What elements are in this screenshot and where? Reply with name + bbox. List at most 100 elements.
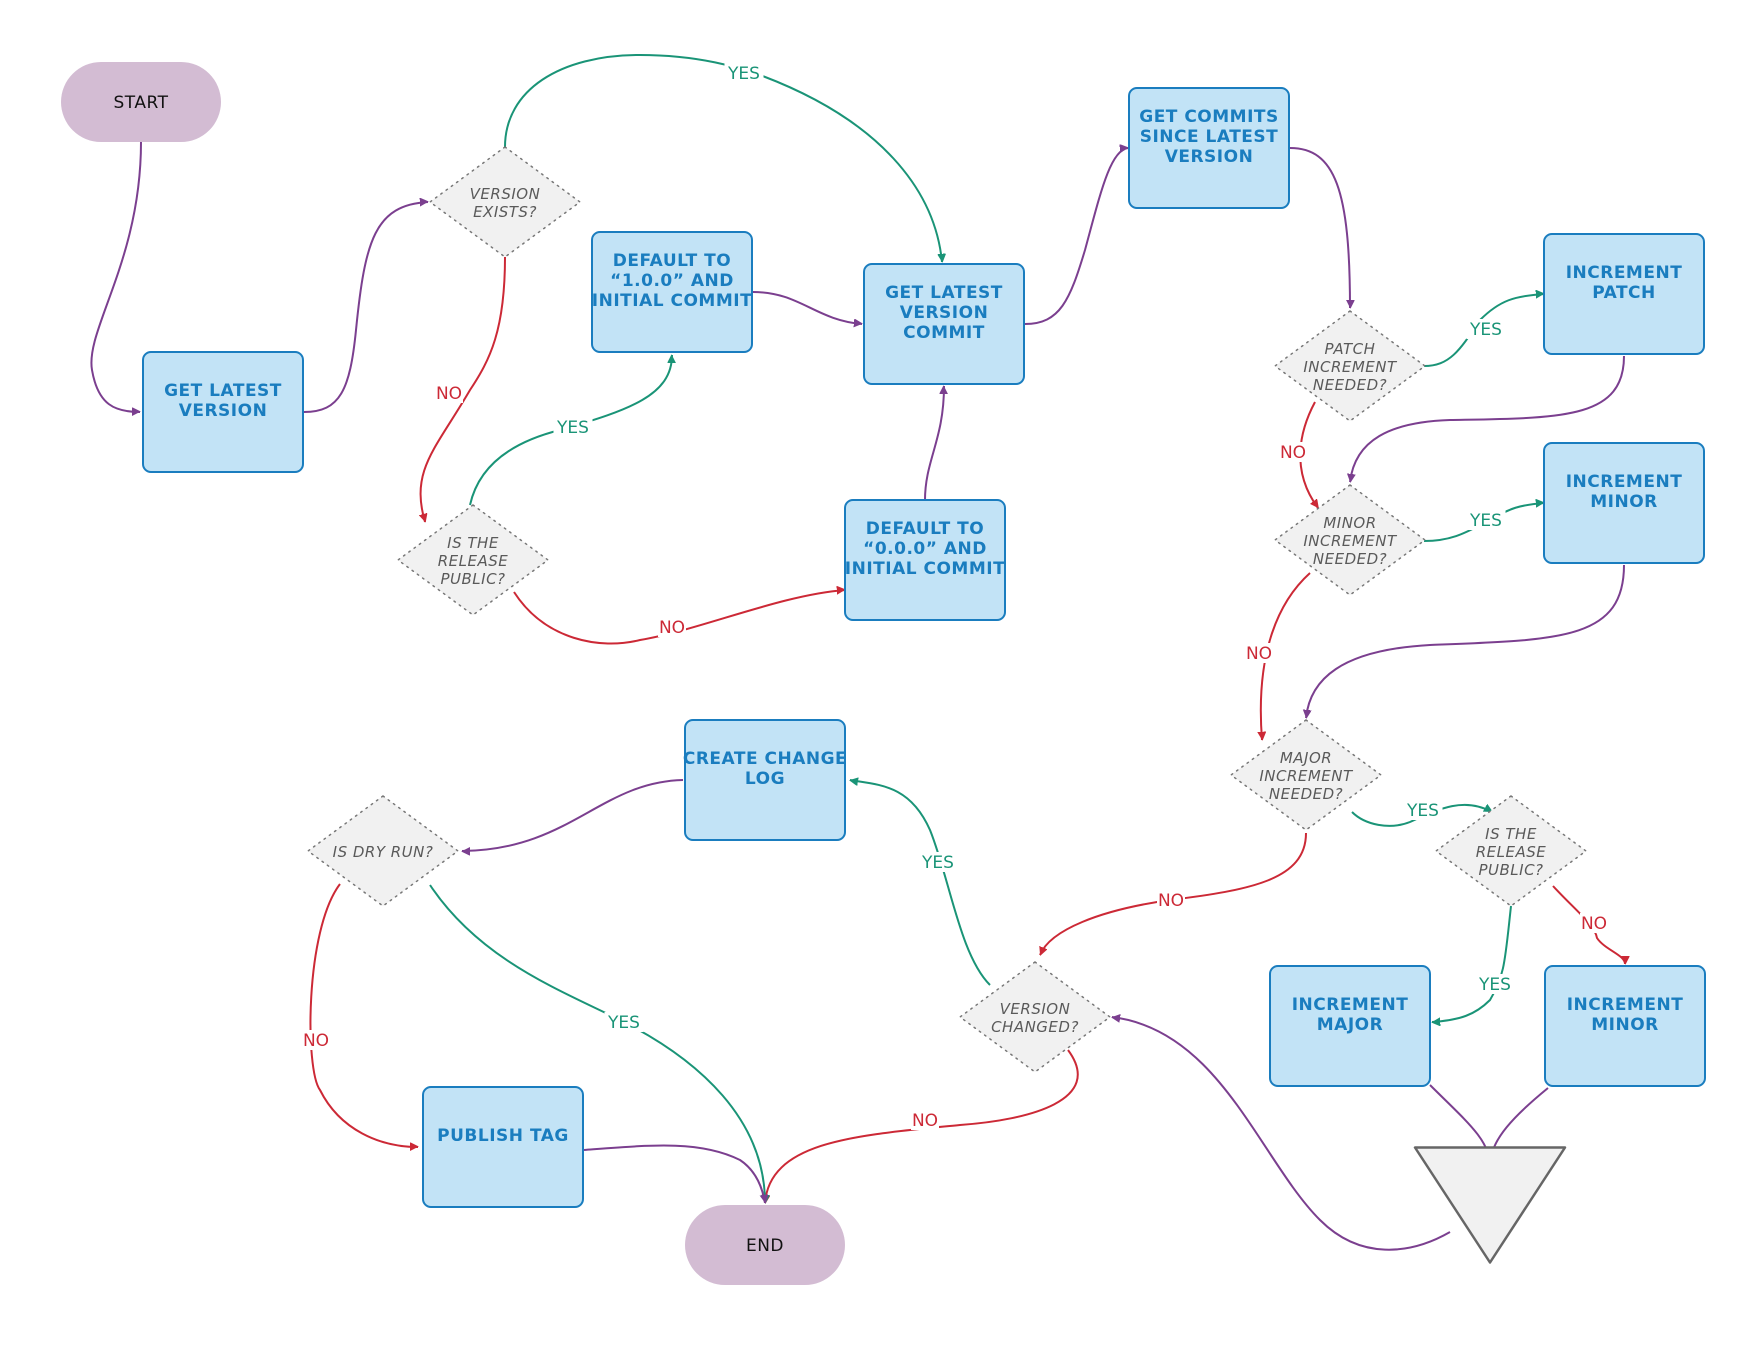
node-label: DEFAULT TO “1.0.0” AND INITIAL COMMIT bbox=[592, 251, 752, 311]
svg-text:NO: NO bbox=[1246, 644, 1272, 664]
node-label-line: INCREMENT bbox=[1566, 472, 1683, 492]
svg-text:YES: YES bbox=[921, 853, 954, 873]
node-label-line: PUBLISH TAG bbox=[437, 1126, 569, 1146]
edge-is-release-public-2-to-increment-major bbox=[1432, 905, 1512, 1022]
svg-text:YES: YES bbox=[1469, 511, 1502, 531]
svg-text:YES: YES bbox=[607, 1013, 640, 1033]
process-shape bbox=[422, 1086, 584, 1208]
svg-text:NO: NO bbox=[436, 384, 462, 404]
decision-node-patch-needed[interactable]: PATCH INCREMENT NEEDED? bbox=[1274, 310, 1426, 422]
decision-node-is-dry-run[interactable]: IS DRY RUN? bbox=[307, 795, 459, 907]
decision-node-major-needed[interactable]: MAJOR INCREMENT NEEDED? bbox=[1230, 719, 1382, 831]
svg-text:YES: YES bbox=[556, 418, 589, 438]
decision-node-minor-needed[interactable]: MINOR INCREMENT NEEDED? bbox=[1274, 484, 1426, 596]
edge-label-yes: YES bbox=[553, 417, 593, 438]
node-label-line: INCREMENT bbox=[1259, 767, 1354, 785]
merge-node-merge[interactable] bbox=[1413, 1146, 1567, 1264]
edge-default-000-to-get-latest-version-commit bbox=[924, 386, 944, 501]
node-label-line: VERSION bbox=[1165, 147, 1254, 167]
node-label-line: NEEDED? bbox=[1313, 550, 1387, 568]
svg-text:YES: YES bbox=[1478, 975, 1511, 995]
edge-get-latest-version-to-version-exists bbox=[303, 202, 428, 413]
svg-text:YES: YES bbox=[727, 64, 760, 84]
svg-text:NO: NO bbox=[912, 1111, 938, 1131]
node-label-line: MAJOR bbox=[1280, 749, 1332, 767]
node-label: VERSION CHANGED? bbox=[991, 1000, 1079, 1036]
node-label-line: CHANGED? bbox=[991, 1018, 1079, 1036]
node-label: START bbox=[114, 93, 169, 113]
node-label-line: DEFAULT TO bbox=[866, 519, 984, 539]
edge-label-yes: YES bbox=[918, 852, 958, 873]
edge-start-to-get-latest-version bbox=[90, 141, 142, 412]
process-node-default-000[interactable]: DEFAULT TO “0.0.0” AND INITIAL COMMIT bbox=[844, 499, 1006, 621]
edge-label-no: NO bbox=[1279, 442, 1307, 463]
svg-text:NO: NO bbox=[1581, 914, 1607, 934]
process-node-default-100[interactable]: DEFAULT TO “1.0.0” AND INITIAL COMMIT bbox=[591, 231, 753, 353]
process-node-increment-minor-1[interactable]: INCREMENT MINOR bbox=[1543, 442, 1705, 564]
process-node-get-latest-version-commit[interactable]: GET LATEST VERSION COMMIT bbox=[863, 263, 1025, 385]
node-label-line: LOG bbox=[745, 769, 785, 789]
node-label-line: PUBLIC? bbox=[440, 570, 505, 588]
terminal-node-end[interactable]: END bbox=[685, 1205, 845, 1285]
node-label-line: VERSION bbox=[470, 185, 541, 203]
node-label-line: INITIAL COMMIT bbox=[845, 559, 1005, 579]
node-label-line: INCREMENT bbox=[1303, 358, 1398, 376]
node-label-line: MINOR bbox=[1591, 1015, 1659, 1035]
node-label-line: INITIAL COMMIT bbox=[592, 291, 752, 311]
node-label-line: PUBLIC? bbox=[1478, 861, 1543, 879]
node-label-line: END bbox=[746, 1236, 784, 1256]
node-label: IS THE RELEASE PUBLIC? bbox=[1476, 825, 1547, 879]
process-node-get-commits-since[interactable]: GET COMMITS SINCE LATEST VERSION bbox=[1128, 87, 1290, 209]
svg-text:YES: YES bbox=[1469, 320, 1502, 340]
decision-node-version-changed[interactable]: VERSION CHANGED? bbox=[959, 961, 1111, 1073]
node-label: IS DRY RUN? bbox=[333, 843, 434, 861]
node-label-line: INCREMENT bbox=[1292, 995, 1409, 1015]
edge-label-no: NO bbox=[1245, 643, 1273, 664]
node-label-line: VERSION bbox=[179, 401, 268, 421]
node-label-line: NEEDED? bbox=[1313, 376, 1387, 394]
node-label-line: GET LATEST bbox=[164, 381, 282, 401]
node-label: VERSION EXISTS? bbox=[470, 185, 541, 221]
process-node-create-change-log[interactable]: CREATE CHANGE LOG bbox=[683, 719, 847, 841]
edge-label-no: NO bbox=[302, 1030, 330, 1051]
node-label: IS THE RELEASE PUBLIC? bbox=[438, 534, 509, 588]
node-label-line: IS THE bbox=[1485, 825, 1537, 843]
process-node-increment-major[interactable]: INCREMENT MAJOR bbox=[1269, 965, 1431, 1087]
svg-text:NO: NO bbox=[1280, 443, 1306, 463]
edge-default-100-to-get-latest-version-commit bbox=[752, 291, 862, 324]
edge-get-commits-since-to-patch-needed bbox=[1289, 147, 1350, 308]
edge-version-exists-to-get-latest-version-commit bbox=[504, 53, 942, 262]
edge-create-change-log-to-is-dry-run bbox=[462, 779, 684, 851]
edge-label-yes: YES bbox=[1475, 974, 1515, 995]
node-label-line: GET LATEST bbox=[885, 283, 1003, 303]
edge-label-yes: YES bbox=[724, 63, 764, 84]
node-label-line: RELEASE bbox=[438, 552, 509, 570]
node-label-line: VERSION bbox=[1000, 1000, 1071, 1018]
edge-get-latest-version-commit-to-get-commits-since bbox=[1024, 148, 1128, 325]
edge-label-yes: YES bbox=[1403, 800, 1443, 821]
svg-text:NO: NO bbox=[303, 1031, 329, 1051]
decision-node-is-release-public-1[interactable]: IS THE RELEASE PUBLIC? bbox=[397, 504, 549, 616]
process-node-increment-patch[interactable]: INCREMENT PATCH bbox=[1543, 233, 1705, 355]
process-node-get-latest-version[interactable]: GET LATEST VERSION bbox=[142, 351, 304, 473]
node-label-line: MINOR bbox=[1590, 492, 1658, 512]
process-node-publish-tag[interactable]: PUBLISH TAG bbox=[422, 1086, 584, 1208]
merge-shape bbox=[1413, 1146, 1567, 1264]
node-label-line: INCREMENT bbox=[1303, 532, 1398, 550]
flowchart-canvas: STARTGET LATEST VERSIONVERSION EXISTS?IS T… bbox=[61, 53, 1706, 1285]
decision-node-is-release-public-2[interactable]: IS THE RELEASE PUBLIC? bbox=[1435, 795, 1587, 907]
terminal-node-start[interactable]: START bbox=[61, 62, 221, 142]
node-label-line: “1.0.0” AND bbox=[610, 271, 734, 291]
edge-label-no: NO bbox=[658, 617, 686, 638]
edge-label-yes: YES bbox=[1466, 319, 1506, 340]
decision-node-version-exists[interactable]: VERSION EXISTS? bbox=[429, 146, 581, 258]
node-label-line: MAJOR bbox=[1317, 1015, 1383, 1035]
node-label: END bbox=[746, 1236, 784, 1256]
process-node-increment-minor-2[interactable]: INCREMENT MINOR bbox=[1544, 965, 1706, 1087]
node-label-line: MINOR bbox=[1323, 514, 1376, 532]
node-label-line: PATCH bbox=[1325, 340, 1376, 358]
edge-label-no: NO bbox=[1580, 913, 1608, 934]
node-label: PUBLISH TAG bbox=[437, 1126, 569, 1146]
node-label-line: CREATE CHANGE bbox=[683, 749, 847, 769]
edge-version-changed-to-create-change-log bbox=[850, 780, 991, 986]
